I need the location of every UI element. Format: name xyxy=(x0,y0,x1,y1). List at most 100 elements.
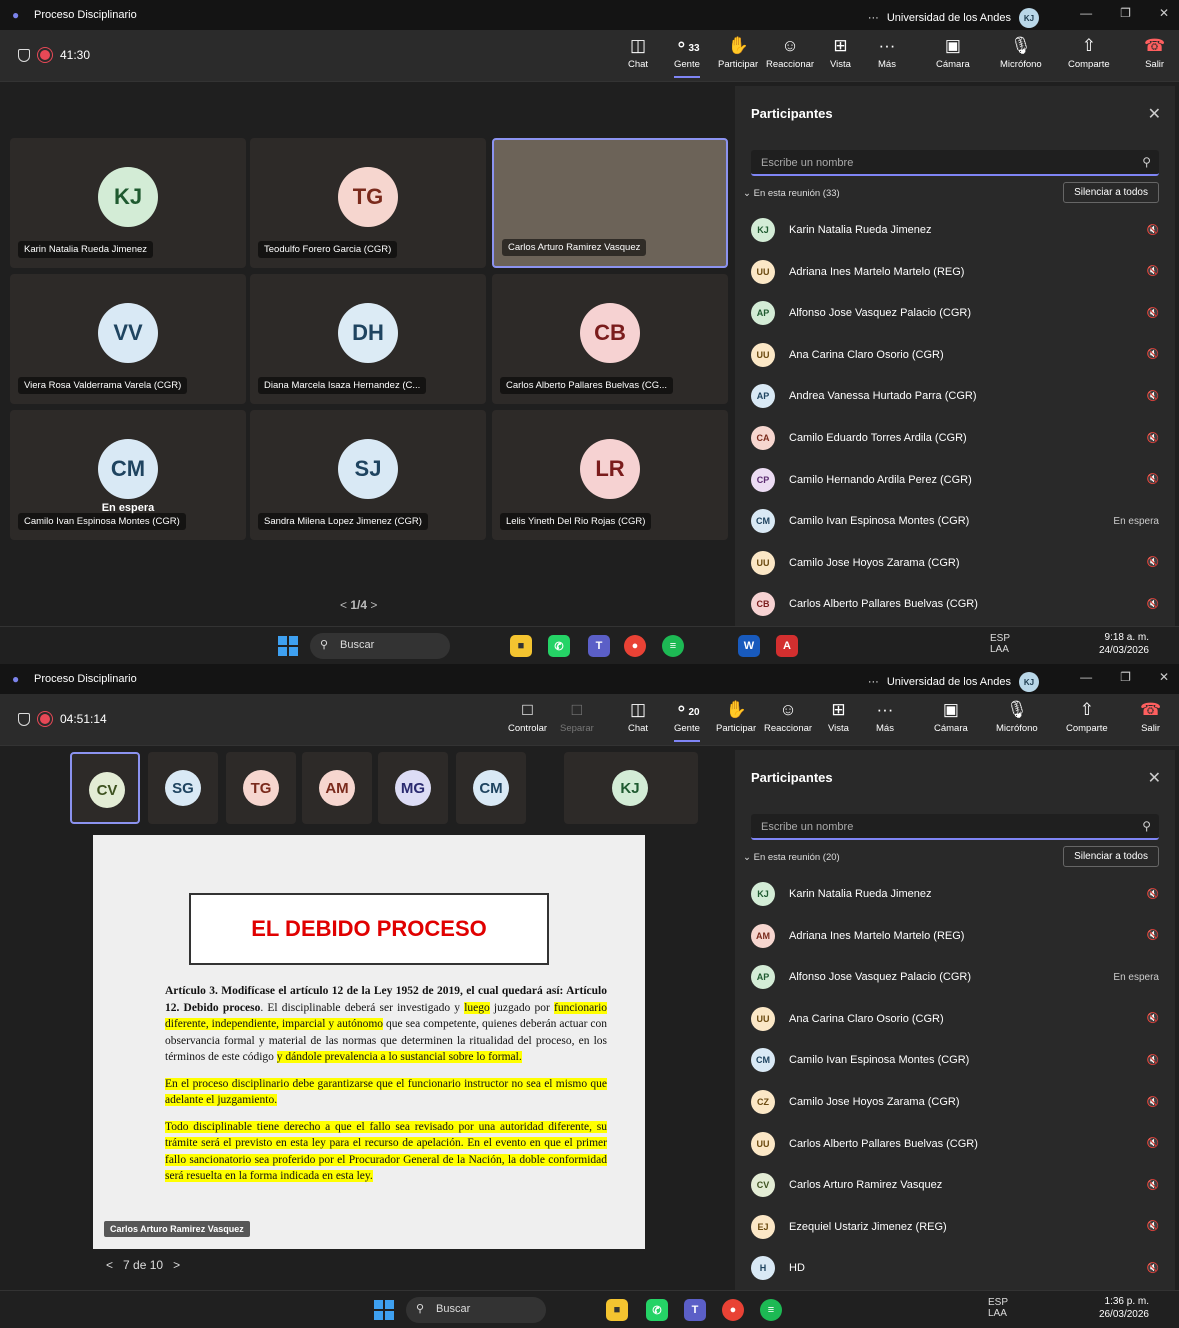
participant-tile[interactable]: CB Carlos Alberto Pallares Buelvas (CG... xyxy=(492,274,728,404)
people-button[interactable]: ⚬20 Gente xyxy=(674,700,700,742)
participant-row[interactable]: AP Alfonso Jose Vasquez Palacio (CGR) En e… xyxy=(751,959,1159,995)
spotify-icon[interactable]: ≡ xyxy=(662,635,684,657)
teams-icon[interactable]: T xyxy=(588,635,610,657)
search-input[interactable]: Escribe un nombre ⚲ xyxy=(751,150,1159,176)
close-icon[interactable]: ✕ xyxy=(1148,104,1161,124)
view-button[interactable]: ⊞ Vista xyxy=(828,700,849,734)
separate-button[interactable]: □ Separar xyxy=(560,700,594,734)
participant-tile[interactable]: CM En espera Camilo Ivan Espinosa Montes (… xyxy=(10,410,246,540)
slide-navigator[interactable]: < 7 de 10 > xyxy=(106,1258,180,1272)
leave-button[interactable]: ☎ Salir xyxy=(1140,700,1161,734)
participant-thumb[interactable]: CV xyxy=(70,752,140,824)
participant-row[interactable]: UU Carlos Alberto Pallares Buelvas (CGR) 🔇 xyxy=(751,1126,1159,1162)
participant-tile[interactable]: SJ Sandra Milena Lopez Jimenez (CGR) xyxy=(250,410,486,540)
close-icon[interactable]: ✕ xyxy=(1159,670,1169,684)
windows-start-icon[interactable] xyxy=(374,1300,394,1320)
close-icon[interactable]: ✕ xyxy=(1159,6,1169,20)
participant-thumb[interactable]: AM xyxy=(302,752,372,824)
mic-button[interactable]: 🎙 Micrófono xyxy=(1000,36,1042,70)
participant-row[interactable]: KJ Karin Natalia Rueda Jimenez 🔇 xyxy=(751,212,1159,248)
participant-row[interactable]: AP Alfonso Jose Vasquez Palacio (CGR) 🔇 xyxy=(751,295,1159,331)
whatsapp-icon[interactable]: ✆ xyxy=(548,635,570,657)
participant-row[interactable]: CA Camilo Eduardo Torres Ardila (CGR) 🔇 xyxy=(751,420,1159,456)
participant-tile[interactable]: LR Lelis Yineth Del Rio Rojas (CGR) xyxy=(492,410,728,540)
camera-button[interactable]: ▣ Cámara xyxy=(936,36,970,70)
participant-thumb[interactable]: TG xyxy=(226,752,296,824)
participant-row[interactable]: H HD 🔇 xyxy=(751,1250,1159,1286)
share-button[interactable]: ⇧ Comparte xyxy=(1068,36,1110,70)
people-button[interactable]: ⚬33 Gente xyxy=(674,36,700,78)
more-button[interactable]: ··· Más xyxy=(878,36,896,70)
participant-row[interactable]: AM Adriana Ines Martelo Martelo (REG) 🔇 xyxy=(751,918,1159,954)
participant-row[interactable]: UU Ana Carina Claro Osorio (CGR) 🔇 xyxy=(751,1001,1159,1037)
participant-tile[interactable]: VV Viera Rosa Valderrama Varela (CGR) xyxy=(10,274,246,404)
search-input[interactable]: Escribe un nombre ⚲ xyxy=(751,814,1159,840)
file-explorer-icon[interactable]: ■ xyxy=(510,635,532,657)
participant-row[interactable]: UU Adriana Ines Martelo Martelo (REG) 🔇 xyxy=(751,254,1159,290)
participant-row[interactable]: AP Andrea Vanessa Hurtado Parra (CGR) 🔇 xyxy=(751,378,1159,414)
chrome-icon[interactable]: ● xyxy=(624,635,646,657)
react-button[interactable]: ☺ Reaccionar xyxy=(764,700,812,734)
raise-hand-button[interactable]: ✋ Participar xyxy=(716,700,756,734)
minimize-icon[interactable]: — xyxy=(1080,6,1092,20)
participant-thumb[interactable]: MG xyxy=(378,752,448,824)
gallery-pager[interactable]: < 1/4 > xyxy=(340,598,377,612)
more-dots-icon[interactable]: ··· xyxy=(868,12,879,24)
acrobat-icon[interactable]: A xyxy=(776,635,798,657)
taskbar-search[interactable]: ⚲ Buscar xyxy=(406,1297,546,1323)
view-button[interactable]: ⊞ Vista xyxy=(830,36,851,70)
participant-row[interactable]: CM Camilo Ivan Espinosa Montes (CGR) En es… xyxy=(751,503,1159,539)
participant-row[interactable]: EJ Ezequiel Ustariz Jimenez (REG) 🔇 xyxy=(751,1209,1159,1245)
close-icon[interactable]: ✕ xyxy=(1148,768,1161,788)
mic-button[interactable]: 🎙 Micrófono xyxy=(996,700,1038,734)
participant-tile[interactable]: KJ Karin Natalia Rueda Jimenez xyxy=(10,138,246,268)
camera-button[interactable]: ▣ Cámara xyxy=(934,700,968,734)
restore-icon[interactable]: ❐ xyxy=(1120,670,1131,684)
file-explorer-icon[interactable]: ■ xyxy=(606,1299,628,1321)
participant-tile[interactable]: TG Teodulfo Forero Garcia (CGR) xyxy=(250,138,486,268)
participant-row[interactable]: KJ Karin Natalia Rueda Jimenez 🔇 xyxy=(751,876,1159,912)
section-header[interactable]: ⌄ En esta reunión (33) xyxy=(743,188,840,199)
avatar[interactable]: KJ xyxy=(1019,8,1039,28)
raise-hand-button[interactable]: ✋ Participar xyxy=(718,36,758,70)
participant-thumb[interactable]: SG xyxy=(148,752,218,824)
spotify-icon[interactable]: ≡ xyxy=(760,1299,782,1321)
mute-all-button[interactable]: Silenciar a todos xyxy=(1063,846,1159,867)
taskbar-search[interactable]: ⚲ Buscar xyxy=(310,633,450,659)
participant-tile[interactable]: Carlos Arturo Ramirez Vasquez xyxy=(492,138,728,268)
chat-button[interactable]: ◫ Chat xyxy=(628,36,648,70)
participant-thumb[interactable]: KJ xyxy=(564,752,698,824)
chrome-icon[interactable]: ● xyxy=(722,1299,744,1321)
participant-row[interactable]: UU Camilo Jose Hoyos Zarama (CGR) 🔇 xyxy=(751,545,1159,581)
language-indicator[interactable]: ESP LAA xyxy=(990,633,1010,655)
clock[interactable]: 1:36 p. m. 26/03/2026 xyxy=(1099,1295,1149,1321)
leave-button[interactable]: ☎ Salir xyxy=(1144,36,1165,70)
teams-icon[interactable]: T xyxy=(684,1299,706,1321)
windows-start-icon[interactable] xyxy=(278,636,298,656)
restore-icon[interactable]: ❐ xyxy=(1120,6,1131,20)
participant-tile[interactable]: DH Diana Marcela Isaza Hernandez (C... xyxy=(250,274,486,404)
participant-row[interactable]: CZ Camilo Jose Hoyos Zarama (CGR) 🔇 xyxy=(751,1084,1159,1120)
org-switcher[interactable]: ··· Universidad de los Andes KJ xyxy=(868,672,1039,692)
minimize-icon[interactable]: — xyxy=(1080,670,1092,684)
clock[interactable]: 9:18 a. m. 24/03/2026 xyxy=(1099,631,1149,657)
word-icon[interactable]: W xyxy=(738,635,760,657)
more-button[interactable]: ··· Más xyxy=(876,700,894,734)
share-button[interactable]: ⇧ Comparte xyxy=(1066,700,1108,734)
participant-row[interactable]: CB Carlos Alberto Pallares Buelvas (CGR) 🔇 xyxy=(751,586,1159,622)
participant-row[interactable]: CP Camilo Hernando Ardila Perez (CGR) 🔇 xyxy=(751,462,1159,498)
mute-all-button[interactable]: Silenciar a todos xyxy=(1063,182,1159,203)
avatar[interactable]: KJ xyxy=(1019,672,1039,692)
participant-thumb[interactable]: CM xyxy=(456,752,526,824)
participant-row[interactable]: CV Carlos Arturo Ramirez Vasquez 🔇 xyxy=(751,1167,1159,1203)
whatsapp-icon[interactable]: ✆ xyxy=(646,1299,668,1321)
participant-row[interactable]: CM Camilo Ivan Espinosa Montes (CGR) 🔇 xyxy=(751,1042,1159,1078)
control-button[interactable]: □ Controlar xyxy=(508,700,547,734)
more-dots-icon[interactable]: ··· xyxy=(868,676,879,688)
section-header[interactable]: ⌄ En esta reunión (20) xyxy=(743,852,840,863)
participant-row[interactable]: UU Ana Carina Claro Osorio (CGR) 🔇 xyxy=(751,337,1159,373)
chat-button[interactable]: ◫ Chat xyxy=(628,700,648,734)
language-indicator[interactable]: ESP LAA xyxy=(988,1297,1008,1319)
org-switcher[interactable]: ··· Universidad de los Andes KJ xyxy=(868,8,1039,28)
react-button[interactable]: ☺ Reaccionar xyxy=(766,36,814,70)
